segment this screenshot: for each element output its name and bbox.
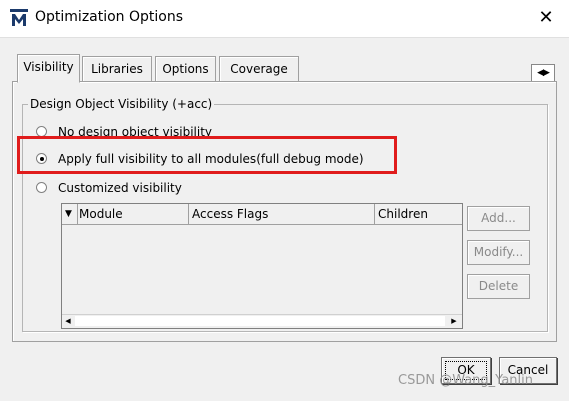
watermark: CSDN @Wang_Yanlin [398, 373, 533, 388]
groupbox-legend: Design Object Visibility (+acc) [28, 97, 215, 111]
delete-button[interactable]: Delete [467, 274, 530, 299]
scroll-right-icon[interactable]: ▶ [448, 315, 460, 328]
red-highlight-box [17, 136, 397, 174]
chevron-right-icon[interactable]: ▶ [543, 68, 550, 78]
scrollbar-track[interactable] [75, 316, 445, 326]
title-bar: Optimization Options ✕ [0, 0, 569, 37]
table-header: ▼ Module Access Flags Children [62, 204, 462, 225]
sort-column-header[interactable]: ▼ [62, 204, 78, 224]
add-button[interactable]: Add... [467, 206, 530, 231]
column-header-module[interactable]: Module [78, 204, 189, 224]
visibility-table[interactable]: ▼ Module Access Flags Children ◀ ▶ [61, 203, 463, 329]
scroll-left-icon[interactable]: ◀ [62, 315, 74, 328]
radio-button[interactable] [36, 182, 47, 193]
tab-visibility[interactable]: Visibility [17, 54, 80, 83]
tab-options[interactable]: Options [155, 56, 216, 81]
close-icon[interactable]: ✕ [534, 6, 558, 30]
column-header-children[interactable]: Children [375, 204, 462, 224]
radio-label: Customized visibility [58, 181, 182, 195]
window-title: Optimization Options [35, 9, 184, 25]
horizontal-scrollbar[interactable]: ◀ ▶ [62, 314, 462, 328]
column-header-access-flags[interactable]: Access Flags [189, 204, 375, 224]
tab-scroll-buttons[interactable]: ◀▶ [531, 64, 555, 82]
app-logo-icon [10, 9, 28, 26]
tab-coverage[interactable]: Coverage [219, 56, 299, 81]
tab-libraries[interactable]: Libraries [82, 56, 152, 81]
modify-button[interactable]: Modify... [467, 240, 530, 265]
sort-down-icon: ▼ [65, 209, 72, 219]
